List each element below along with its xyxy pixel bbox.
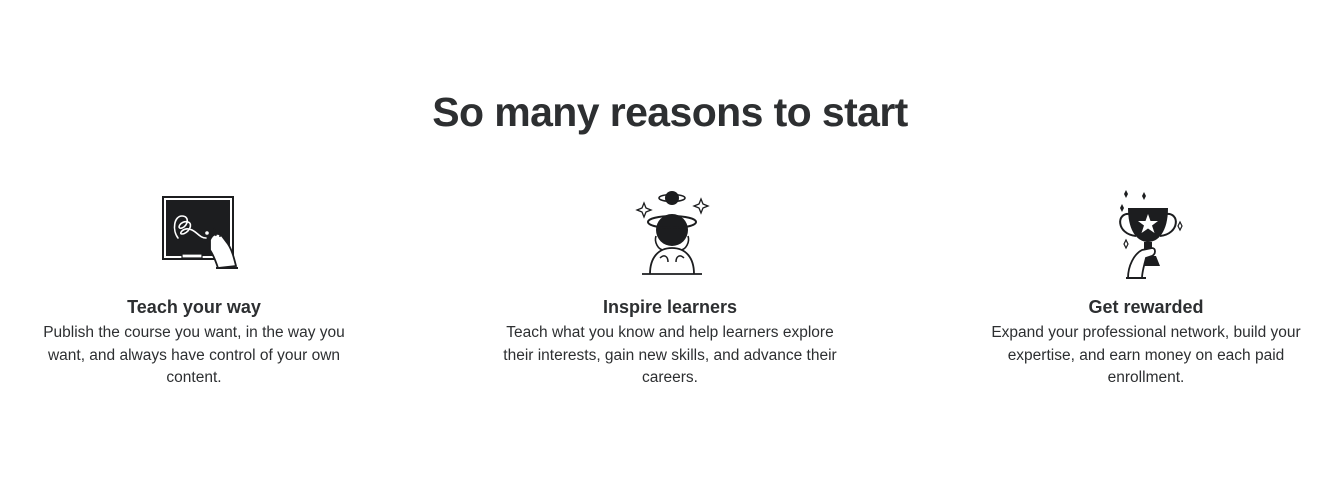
reason-description: Teach what you know and help learners ex… — [503, 324, 837, 386]
trophy-hand-icon — [1119, 190, 1183, 279]
reason-description: Publish the course you want, in the way … — [43, 324, 345, 386]
reasons-section: So many reasons to start Teach your way … — [0, 0, 1340, 480]
reason-card-reward: Get rewarded Expand your professional ne… — [976, 186, 1316, 390]
section-title: So many reasons to start — [432, 89, 908, 135]
planet-head-person-icon — [635, 191, 710, 275]
reason-heading: Inspire learners — [602, 297, 738, 317]
reason-heading: Teach your way — [127, 297, 261, 317]
reason-card-inspire: Inspire learners Teach what you know and… — [495, 186, 845, 390]
reason-description: Expand your professional network, build … — [991, 324, 1301, 386]
reason-card-teach: Teach your way Publish the course you wa… — [34, 186, 354, 390]
chalkboard-hand-icon — [162, 196, 238, 269]
reason-heading: Get rewarded — [1088, 297, 1204, 317]
